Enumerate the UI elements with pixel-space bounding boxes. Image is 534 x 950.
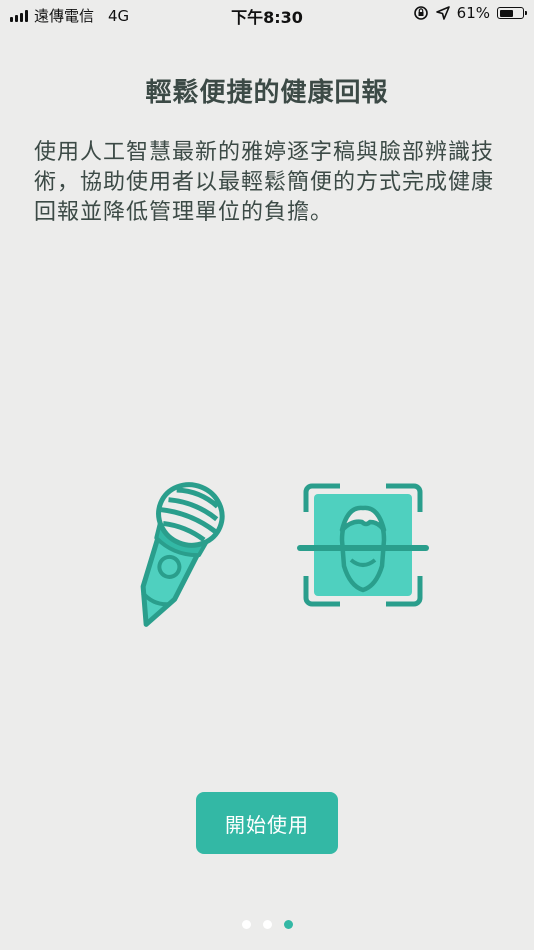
page-dot[interactable] xyxy=(241,920,251,929)
illustration xyxy=(0,460,534,640)
battery-icon xyxy=(497,7,527,19)
page-indicator xyxy=(0,920,534,929)
battery-percent: 61% xyxy=(456,4,490,22)
page-dot[interactable] xyxy=(283,920,293,929)
orientation-lock-icon xyxy=(413,6,428,20)
page-description: 使用人工智慧最新的雅婷逐字稿與臉部辨識技術，協助使用者以最輕鬆簡便的方式完成健康… xyxy=(34,140,495,225)
start-button[interactable]: 開始使用 xyxy=(196,792,338,854)
status-right: 61% xyxy=(413,4,527,22)
page-title: 輕鬆便捷的健康回報 xyxy=(145,78,389,108)
location-arrow-icon xyxy=(435,6,450,20)
microphone-icon xyxy=(140,482,225,627)
face-scan-icon xyxy=(297,483,429,607)
page-dot[interactable] xyxy=(262,920,272,929)
status-bar: 遠傳電信 4G 下午8:30 61% xyxy=(0,0,534,30)
